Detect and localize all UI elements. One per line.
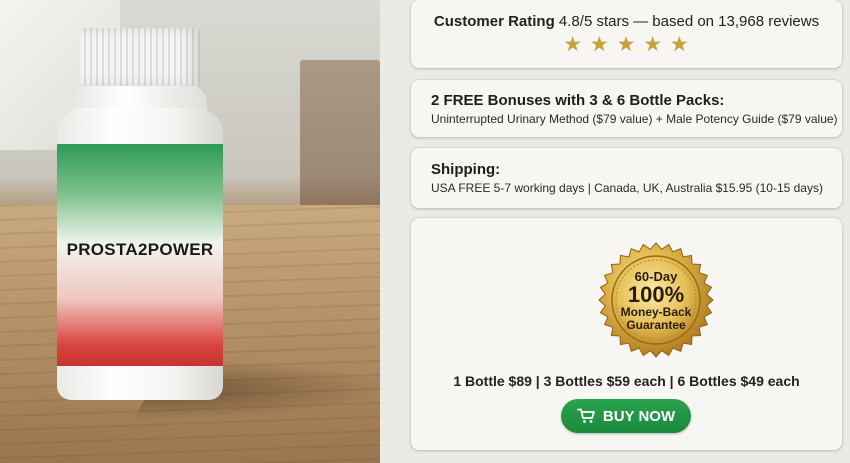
shipping-title: Shipping: — [431, 161, 501, 178]
bonus-detail: Uninterrupted Urinary Method ($79 value)… — [431, 112, 838, 126]
product-photo: PROSTA2POWER — [0, 0, 380, 463]
bottle-cap — [80, 28, 200, 86]
star-icon: ★ — [616, 33, 637, 56]
bonus-card: 2 FREE Bonuses with 3 & 6 Bottle Packs: … — [411, 80, 842, 137]
star-rating: ★ ★ ★ ★ ★ — [411, 34, 842, 56]
info-panel: Customer Rating 4.8/5 stars — based on 1… — [380, 0, 850, 463]
seal-text: 60-Day 100% Money-Back Guarantee — [597, 241, 715, 359]
rating-card: Customer Rating 4.8/5 stars — based on 1… — [411, 0, 842, 68]
shipping-detail: USA FREE 5-7 working days | Canada, UK, … — [431, 181, 823, 195]
seal-line-2: Guarantee — [626, 317, 686, 332]
offer-card: 60-Day 100% Money-Back Guarantee 1 Bottl… — [411, 218, 842, 450]
money-back-seal: 60-Day 100% Money-Back Guarantee — [597, 241, 715, 359]
star-icon: ★ — [589, 33, 610, 56]
cart-icon — [576, 408, 595, 423]
bottle-label: PROSTA2POWER — [57, 144, 223, 366]
rating-heading: Customer Rating — [433, 13, 555, 30]
seal-line-1: Money-Back — [620, 304, 692, 319]
price-options: 1 Bottle $89 | 3 Bottles $59 each | 6 Bo… — [453, 373, 800, 389]
buy-now-button[interactable]: BUY NOW — [561, 399, 691, 433]
seal-percent: 100% — [627, 281, 685, 307]
star-icon: ★ — [669, 33, 690, 56]
supplement-bottle: PROSTA2POWER — [57, 28, 223, 400]
star-icon: ★ — [563, 33, 584, 56]
background-furniture — [300, 60, 380, 220]
rating-line: Customer Rating 4.8/5 stars — based on 1… — [411, 13, 842, 30]
buy-now-label: BUY NOW — [602, 407, 676, 425]
bonus-title: 2 FREE Bonuses with 3 & 6 Bottle Packs: — [431, 92, 725, 109]
product-name: PROSTA2POWER — [66, 240, 214, 259]
star-icon: ★ — [643, 33, 664, 56]
rating-score: 4.8/5 stars — based on 13,968 reviews — [558, 13, 820, 30]
shipping-card: Shipping: USA FREE 5-7 working days | Ca… — [411, 148, 842, 208]
